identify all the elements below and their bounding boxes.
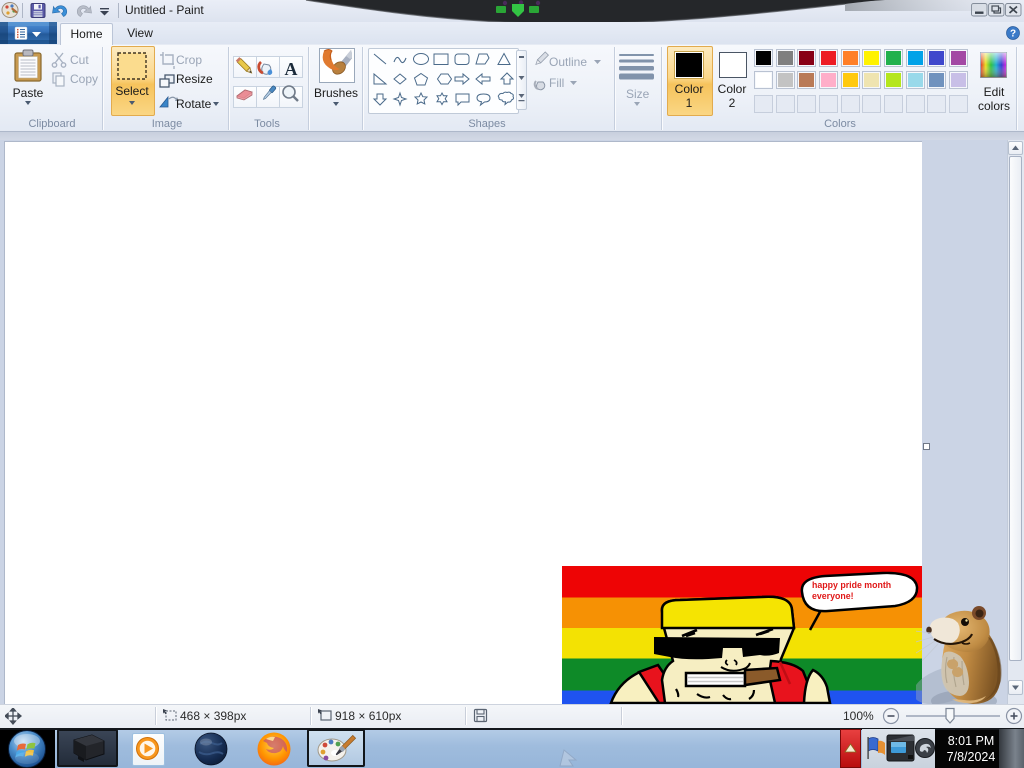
svg-text:everyone!: everyone! [812, 591, 854, 601]
svg-text:?: ? [1010, 29, 1016, 40]
svg-text:A: A [285, 59, 298, 79]
svg-text:happy pride month: happy pride month [812, 580, 891, 590]
